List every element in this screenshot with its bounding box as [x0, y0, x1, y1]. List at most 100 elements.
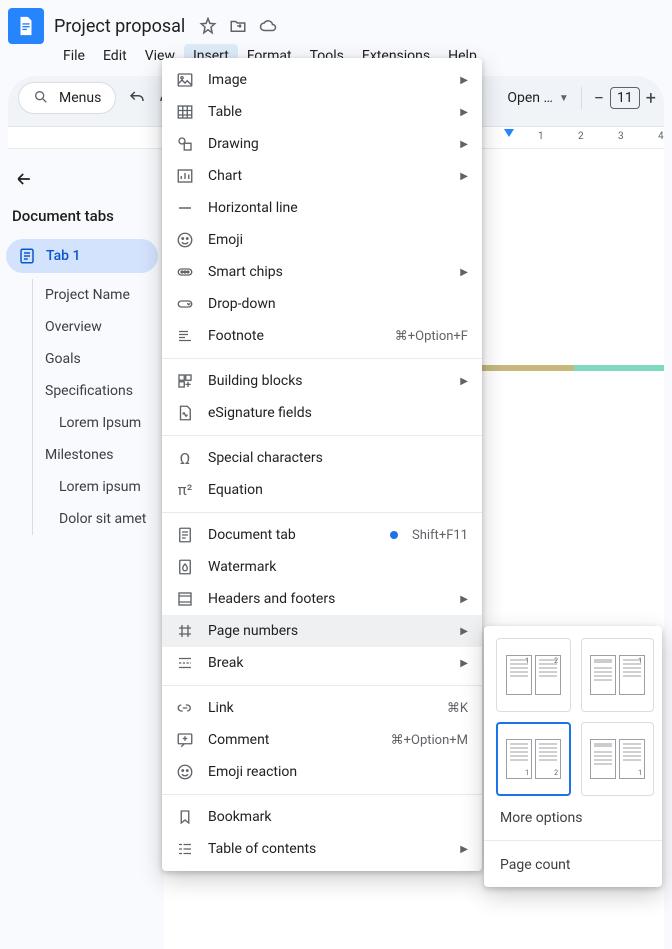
- chevron-right-icon: ▶: [460, 844, 468, 855]
- document-tabs-sidebar: Document tabs Tab 1 Project Name Overvie…: [0, 149, 164, 949]
- outline-milestones[interactable]: Milestones: [33, 439, 158, 471]
- cloud-status-icon[interactable]: [259, 17, 277, 35]
- menu-edit[interactable]: Edit: [94, 44, 136, 68]
- headers-footers-icon: [176, 590, 194, 608]
- drawing-icon: [176, 135, 194, 153]
- dropdown-icon: [176, 295, 194, 313]
- emoji-reaction-icon: [176, 763, 194, 781]
- tab-icon: [18, 247, 36, 265]
- toc-icon: [176, 840, 194, 858]
- bookmark-icon: [176, 808, 194, 826]
- smart-chips-icon: [176, 263, 194, 281]
- chevron-right-icon: ▶: [460, 171, 468, 182]
- insert-comment[interactable]: Comment⌘+Option+M: [162, 724, 482, 756]
- insert-link[interactable]: Link⌘K: [162, 692, 482, 724]
- insert-drawing[interactable]: Drawing▶: [162, 128, 482, 160]
- emoji-icon: [176, 231, 194, 249]
- pagenum-option-footer-all[interactable]: 1 2: [496, 722, 571, 796]
- pagenum-option-footer-skip-first[interactable]: 1: [581, 722, 654, 796]
- insert-watermark[interactable]: Watermark: [162, 551, 482, 583]
- pi-icon: π²: [176, 481, 194, 499]
- image-icon: [176, 71, 194, 89]
- sidebar-tab-1[interactable]: Tab 1: [6, 239, 158, 273]
- insert-break[interactable]: Break▶: [162, 647, 482, 679]
- outline-lorem-ipsum-2[interactable]: Lorem ipsum: [33, 471, 158, 503]
- outline-overview[interactable]: Overview: [33, 311, 158, 343]
- link-icon: [176, 699, 194, 717]
- chevron-right-icon: ▶: [460, 626, 468, 637]
- document-tab-icon: [176, 526, 194, 544]
- pagenum-page-count[interactable]: Page count: [496, 849, 650, 875]
- chevron-right-icon: ▶: [460, 139, 468, 150]
- insert-esignature[interactable]: eSignature fields: [162, 397, 482, 429]
- page-numbers-submenu: 1 2 1 1 2 1 More options Page count: [484, 626, 662, 887]
- font-size-input[interactable]: 11: [610, 87, 640, 109]
- insert-table-of-contents[interactable]: Table of contents▶: [162, 833, 482, 865]
- ruler-tick-3: 3: [618, 131, 624, 142]
- outline-lorem-ipsum-1[interactable]: Lorem Ipsum: [33, 407, 158, 439]
- menus-label: Menus: [59, 90, 101, 106]
- insert-bookmark[interactable]: Bookmark: [162, 801, 482, 833]
- insert-emoji[interactable]: Emoji: [162, 224, 482, 256]
- insert-image[interactable]: Image▶: [162, 64, 482, 96]
- insert-equation[interactable]: π²Equation: [162, 474, 482, 506]
- outline-dolor[interactable]: Dolor sit amet: [33, 503, 158, 535]
- insert-smart-chips[interactable]: Smart chips▶: [162, 256, 482, 288]
- move-icon[interactable]: [229, 17, 247, 35]
- chevron-down-icon: ▼: [559, 93, 569, 104]
- insert-emoji-reaction[interactable]: Emoji reaction: [162, 756, 482, 788]
- footnote-icon: [176, 327, 194, 345]
- building-blocks-icon: [176, 372, 194, 390]
- outline: Project Name Overview Goals Specificatio…: [32, 279, 158, 535]
- pagenum-option-header-all[interactable]: 1 2: [496, 638, 571, 712]
- omega-icon: Ω: [176, 449, 194, 467]
- chevron-right-icon: ▶: [460, 658, 468, 669]
- font-family-dropdown[interactable]: Open …: [507, 90, 553, 106]
- sidebar-tab-label: Tab 1: [46, 248, 80, 264]
- break-icon: [176, 654, 194, 672]
- chevron-right-icon: ▶: [460, 75, 468, 86]
- chevron-right-icon: ▶: [460, 107, 468, 118]
- outline-project-name[interactable]: Project Name: [33, 279, 158, 311]
- watermark-icon: [176, 558, 194, 576]
- ruler-tick-1: 1: [538, 131, 544, 142]
- menus-search-button[interactable]: Menus: [18, 82, 116, 114]
- insert-page-numbers[interactable]: Page numbers▶: [162, 615, 482, 647]
- chevron-right-icon: ▶: [460, 594, 468, 605]
- insert-special-characters[interactable]: ΩSpecial characters: [162, 442, 482, 474]
- insert-table[interactable]: Table▶: [162, 96, 482, 128]
- page-decoration-stripe: [574, 365, 664, 371]
- star-icon[interactable]: [199, 17, 217, 35]
- undo-icon[interactable]: [128, 89, 146, 107]
- insert-headers-footers[interactable]: Headers and footers▶: [162, 583, 482, 615]
- page-numbers-icon: [176, 622, 194, 640]
- menu-file[interactable]: File: [54, 44, 94, 68]
- font-size-increase-button[interactable]: +: [646, 88, 656, 109]
- search-icon: [33, 89, 51, 107]
- font-size-decrease-button[interactable]: −: [594, 88, 604, 109]
- insert-building-blocks[interactable]: Building blocks▶: [162, 365, 482, 397]
- back-arrow-button[interactable]: [6, 159, 158, 199]
- insert-menu-panel: Image▶ Table▶ Drawing▶ Chart▶ Horizontal…: [162, 58, 482, 871]
- insert-document-tab[interactable]: Document tabShift+F11: [162, 519, 482, 551]
- ruler-tick-2: 2: [578, 131, 584, 142]
- insert-horizontal-line[interactable]: Horizontal line: [162, 192, 482, 224]
- ruler-tick-4: 4: [658, 131, 664, 142]
- chevron-right-icon: ▶: [460, 267, 468, 278]
- indent-marker-icon[interactable]: [504, 129, 514, 137]
- new-feature-dot-icon: [390, 531, 398, 539]
- comment-icon: [176, 731, 194, 749]
- horizontal-line-icon: [176, 199, 194, 217]
- insert-dropdown[interactable]: Drop-down: [162, 288, 482, 320]
- docs-logo-icon[interactable]: [8, 8, 44, 44]
- table-icon: [176, 103, 194, 121]
- esignature-icon: [176, 404, 194, 422]
- pagenum-more-options[interactable]: More options: [496, 796, 650, 832]
- insert-footnote[interactable]: Footnote⌘+Option+F: [162, 320, 482, 352]
- document-title[interactable]: Project proposal: [54, 16, 185, 37]
- outline-goals[interactable]: Goals: [33, 343, 158, 375]
- insert-chart[interactable]: Chart▶: [162, 160, 482, 192]
- pagenum-option-header-skip-first[interactable]: 1: [581, 638, 654, 712]
- outline-specifications[interactable]: Specifications: [33, 375, 158, 407]
- chevron-right-icon: ▶: [460, 376, 468, 387]
